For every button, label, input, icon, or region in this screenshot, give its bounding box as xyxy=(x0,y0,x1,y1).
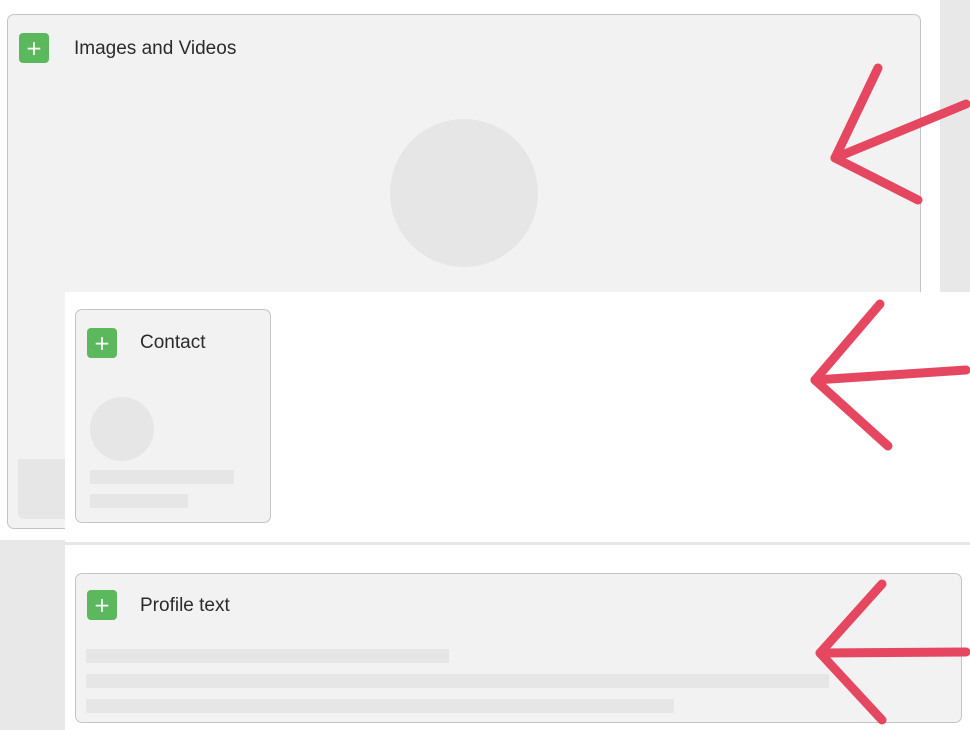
arrow-left-icon xyxy=(810,299,970,451)
arrow-left-icon xyxy=(830,63,970,205)
annotation-arrows xyxy=(810,63,970,725)
arrow-left-icon xyxy=(815,579,970,725)
